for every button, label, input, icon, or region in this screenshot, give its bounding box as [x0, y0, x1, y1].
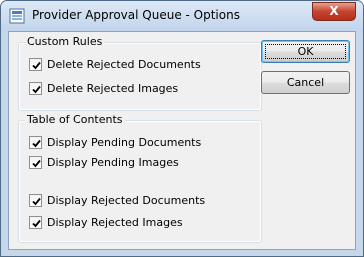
ok-button[interactable]: OK: [261, 40, 350, 63]
checkbox-label: Display Rejected Documents: [47, 194, 206, 207]
checkmark-icon: [32, 219, 41, 228]
checkbox-box[interactable]: [29, 156, 42, 169]
close-icon: X: [329, 4, 339, 18]
close-button[interactable]: X: [312, 2, 356, 21]
checkmark-icon: [32, 61, 41, 70]
checkbox-label: Delete Rejected Images: [47, 82, 179, 95]
focus-rectangle: [265, 44, 346, 59]
checkbox-box[interactable]: [29, 216, 42, 229]
custom-rules-group: Custom Rules Delete Rejected Documents D…: [18, 35, 262, 111]
checkbox-label: Display Pending Images: [47, 156, 179, 169]
window-title: Provider Approval Queue - Options: [32, 8, 240, 22]
checkmark-icon: [32, 197, 41, 206]
checkbox-box[interactable]: [29, 82, 42, 95]
checkbox-label: Delete Rejected Documents: [47, 58, 201, 71]
title-bar[interactable]: Provider Approval Queue - Options X: [1, 1, 363, 31]
dialog-client-area: Custom Rules Delete Rejected Documents D…: [8, 31, 356, 250]
checkmark-icon: [32, 159, 41, 168]
toc-group-title: Table of Contents: [25, 113, 125, 126]
checkmark-icon: [32, 85, 41, 94]
checkbox-box[interactable]: [29, 58, 42, 71]
checkmark-icon: [32, 139, 41, 148]
table-of-contents-group: Table of Contents Display Pending Docume…: [18, 113, 262, 243]
checkbox-box[interactable]: [29, 136, 42, 149]
cancel-button[interactable]: Cancel: [261, 71, 350, 94]
checkbox-box[interactable]: [29, 194, 42, 207]
app-list-icon: [9, 8, 25, 24]
checkbox-label: Display Rejected Images: [47, 216, 183, 229]
checkbox-label: Display Pending Documents: [47, 136, 202, 149]
custom-rules-group-title: Custom Rules: [25, 35, 105, 48]
cancel-button-label: Cancel: [286, 76, 325, 89]
options-dialog-window: Provider Approval Queue - Options X Cust…: [0, 0, 364, 257]
